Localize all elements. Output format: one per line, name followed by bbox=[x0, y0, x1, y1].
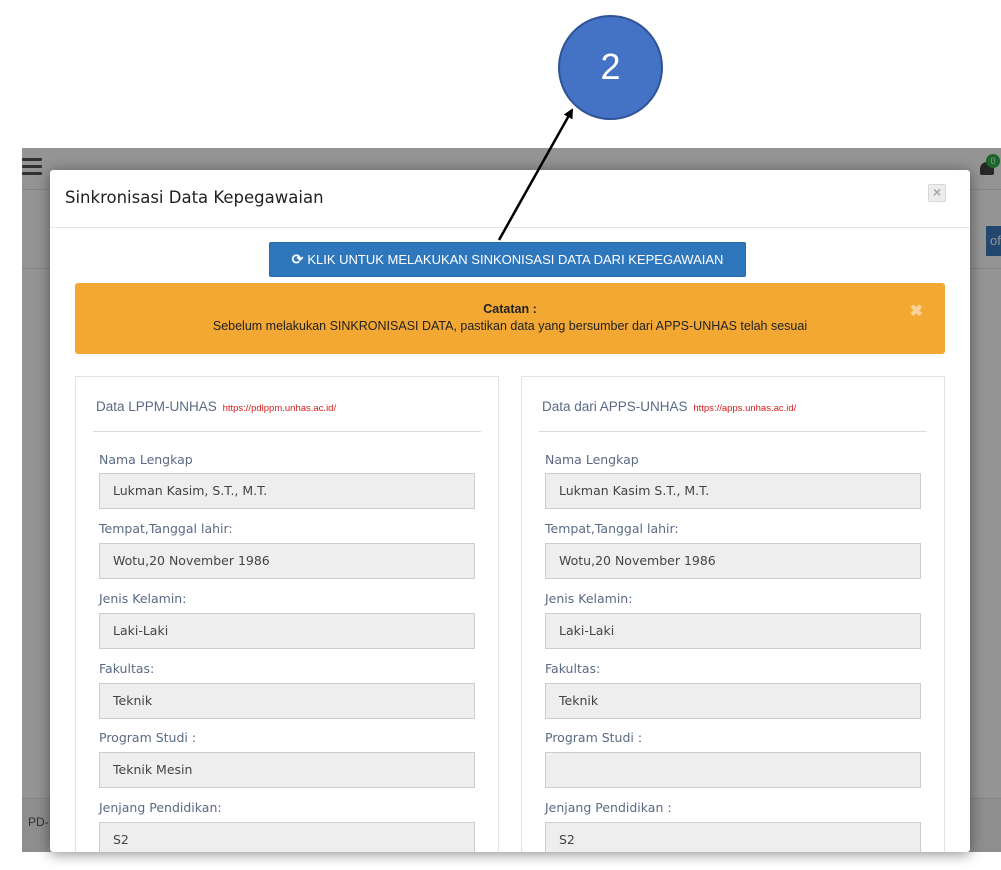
field-fakultas[interactable]: Teknik bbox=[99, 683, 475, 719]
field-label-ttl: Tempat,Tanggal lahir: bbox=[545, 521, 679, 536]
step-number-annotation: 2 bbox=[558, 15, 663, 120]
divider bbox=[93, 431, 481, 432]
field-jenis-kelamin[interactable]: Laki-Laki bbox=[545, 613, 921, 649]
modal-title: Sinkronisasi Data Kepegawaian bbox=[65, 188, 324, 207]
refresh-icon: ⟳ bbox=[291, 251, 304, 267]
modal-header: Sinkronisasi Data Kepegawaian × bbox=[50, 170, 970, 228]
alert-title: Catatan : bbox=[483, 302, 537, 316]
field-label-nama: Nama Lengkap bbox=[99, 452, 193, 467]
field-jenjang-pendidikan[interactable]: S2 bbox=[99, 822, 475, 852]
field-fakultas[interactable]: Teknik bbox=[545, 683, 921, 719]
field-nama-lengkap[interactable]: Lukman Kasim S.T., M.T. bbox=[545, 473, 921, 509]
field-label-program-studi: Program Studi : bbox=[545, 730, 643, 745]
modal-close-icon[interactable]: × bbox=[928, 184, 946, 202]
panel-heading: Data dari APPS-UNHAS https://apps.unhas.… bbox=[542, 399, 796, 414]
alert-close-icon[interactable]: ✖ bbox=[910, 301, 923, 321]
panel-heading-label: Data LPPM-UNHAS bbox=[96, 399, 217, 414]
field-program-studi[interactable]: Teknik Mesin bbox=[99, 752, 475, 788]
note-alert: Catatan : Sebelum melakukan SINKRONISASI… bbox=[75, 283, 945, 354]
field-jenjang-pendidikan[interactable]: S2 bbox=[545, 822, 921, 852]
field-label-jenjang: Jenjang Pendidikan: bbox=[99, 800, 222, 815]
apps-data-panel: Data dari APPS-UNHAS https://apps.unhas.… bbox=[521, 376, 945, 852]
sync-modal: Sinkronisasi Data Kepegawaian × ⟳ KLIK UN… bbox=[50, 170, 970, 852]
field-program-studi[interactable] bbox=[545, 752, 921, 788]
field-label-jenis-kelamin: Jenis Kelamin: bbox=[545, 591, 633, 606]
field-label-program-studi: Program Studi : bbox=[99, 730, 197, 745]
panel-heading: Data LPPM-UNHAS https://pdlppm.unhas.ac.… bbox=[96, 399, 336, 414]
source-url-link[interactable]: https://apps.unhas.ac.id/ bbox=[693, 403, 796, 414]
panel-heading-label: Data dari APPS-UNHAS bbox=[542, 399, 688, 414]
sync-button[interactable]: ⟳ KLIK UNTUK MELAKUKAN SINKONISASI DATA D… bbox=[269, 242, 746, 277]
sync-button-label: KLIK UNTUK MELAKUKAN SINKONISASI DATA DA… bbox=[307, 252, 724, 267]
field-label-fakultas: Fakultas: bbox=[545, 661, 601, 676]
field-label-jenis-kelamin: Jenis Kelamin: bbox=[99, 591, 187, 606]
field-nama-lengkap[interactable]: Lukman Kasim, S.T., M.T. bbox=[99, 473, 475, 509]
source-url-link[interactable]: https://pdlppm.unhas.ac.id/ bbox=[223, 403, 337, 414]
field-label-fakultas: Fakultas: bbox=[99, 661, 155, 676]
lppm-data-panel: Data LPPM-UNHAS https://pdlppm.unhas.ac.… bbox=[75, 376, 499, 852]
field-label-ttl: Tempat,Tanggal lahir: bbox=[99, 521, 233, 536]
field-jenis-kelamin[interactable]: Laki-Laki bbox=[99, 613, 475, 649]
field-tempat-tanggal-lahir[interactable]: Wotu,20 November 1986 bbox=[99, 543, 475, 579]
field-label-nama: Nama Lengkap bbox=[545, 452, 639, 467]
divider bbox=[539, 431, 927, 432]
field-tempat-tanggal-lahir[interactable]: Wotu,20 November 1986 bbox=[545, 543, 921, 579]
field-label-jenjang: Jenjang Pendidikan : bbox=[545, 800, 672, 815]
alert-text: Sebelum melakukan SINKRONISASI DATA, pas… bbox=[212, 319, 808, 333]
